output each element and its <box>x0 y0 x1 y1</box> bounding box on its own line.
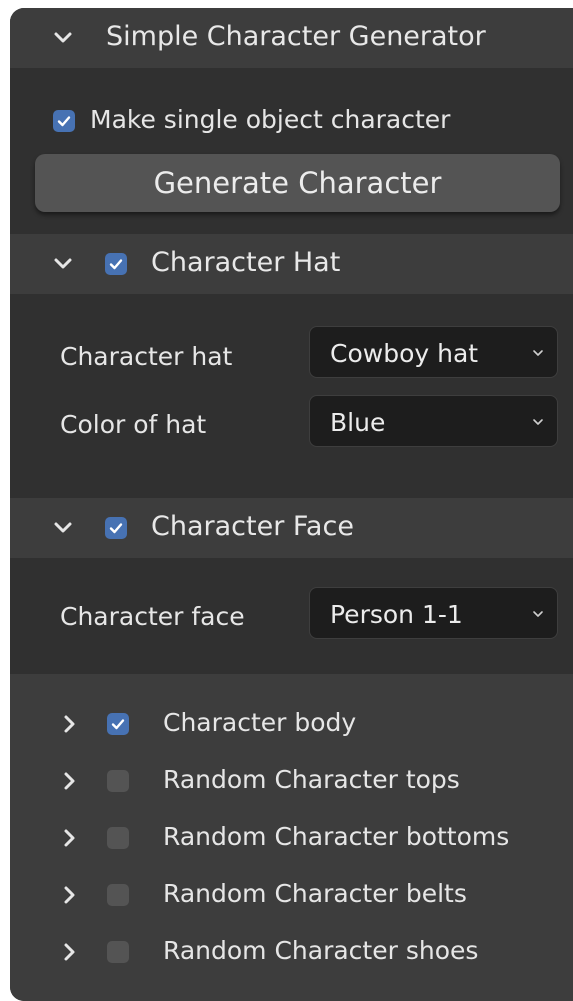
character-face-checkbox[interactable] <box>105 517 127 539</box>
checkmark-icon <box>109 523 123 534</box>
subpanel-title-face: Character Face <box>151 511 354 542</box>
character-face-label: Character face <box>60 602 245 631</box>
character-tops-checkbox[interactable] <box>107 770 129 792</box>
chevron-down-icon[interactable] <box>52 253 74 275</box>
collapsed-subpanels: Character body Random Character tops Ran… <box>10 674 573 1001</box>
chevron-right-icon[interactable] <box>58 827 80 849</box>
character-belts-checkbox[interactable] <box>107 884 129 906</box>
character-hat-section: Character hat Cowboy hat Color of hat Bl… <box>10 294 573 498</box>
chevron-down-icon <box>533 419 543 425</box>
hat-color-label: Color of hat <box>60 410 207 439</box>
character-shoes-checkbox[interactable] <box>107 941 129 963</box>
character-face-section: Character face Person 1-1 <box>10 558 573 674</box>
subpanel-title-body: Character body <box>163 708 357 737</box>
subpanel-header-character-hat[interactable]: Character Hat <box>10 234 573 294</box>
checkmark-icon <box>57 116 71 127</box>
character-body-checkbox[interactable] <box>107 713 129 735</box>
subpanel-title-shoes: Random Character shoes <box>163 936 479 965</box>
properties-panel: Simple Character Generator Make single o… <box>10 8 573 1001</box>
panel-title: Simple Character Generator <box>106 21 486 52</box>
subpanel-header-character-bottoms[interactable]: Random Character bottoms <box>10 810 573 866</box>
panel-header-simple-character-generator[interactable]: Simple Character Generator <box>10 8 573 68</box>
dropdown-value: Cowboy hat <box>330 339 479 368</box>
checkmark-icon <box>111 719 125 730</box>
subpanel-header-character-shoes[interactable]: Random Character shoes <box>10 924 573 980</box>
dropdown-value: Person 1-1 <box>330 600 463 629</box>
chevron-right-icon[interactable] <box>58 884 80 906</box>
chevron-right-icon[interactable] <box>58 713 80 735</box>
character-hat-checkbox[interactable] <box>105 253 127 275</box>
chevron-down-icon <box>533 350 543 356</box>
checkmark-icon <box>109 259 123 270</box>
subpanel-header-character-tops[interactable]: Random Character tops <box>10 753 573 809</box>
single-object-checkbox[interactable] <box>53 110 75 132</box>
chevron-down-icon <box>533 611 543 617</box>
chevron-down-icon[interactable] <box>52 517 74 539</box>
character-face-dropdown[interactable]: Person 1-1 <box>309 587 558 639</box>
character-hat-label: Character hat <box>60 342 233 371</box>
subpanel-title-hat: Character Hat <box>151 247 341 278</box>
subpanel-title-tops: Random Character tops <box>163 765 460 794</box>
dropdown-value: Blue <box>330 408 386 437</box>
character-bottoms-checkbox[interactable] <box>107 827 129 849</box>
hat-color-dropdown[interactable]: Blue <box>309 395 558 447</box>
chevron-down-icon[interactable] <box>52 27 74 49</box>
subpanel-header-character-face[interactable]: Character Face <box>10 498 573 558</box>
character-hat-dropdown[interactable]: Cowboy hat <box>309 326 558 378</box>
subpanel-header-character-body[interactable]: Character body <box>10 696 573 752</box>
chevron-right-icon[interactable] <box>58 941 80 963</box>
subpanel-title-bottoms: Random Character bottoms <box>163 822 510 851</box>
chevron-right-icon[interactable] <box>58 770 80 792</box>
subpanel-header-character-belts[interactable]: Random Character belts <box>10 867 573 923</box>
generate-character-button[interactable]: Generate Character <box>35 154 560 212</box>
subpanel-title-belts: Random Character belts <box>163 879 467 908</box>
single-object-label[interactable]: Make single object character <box>90 105 450 134</box>
